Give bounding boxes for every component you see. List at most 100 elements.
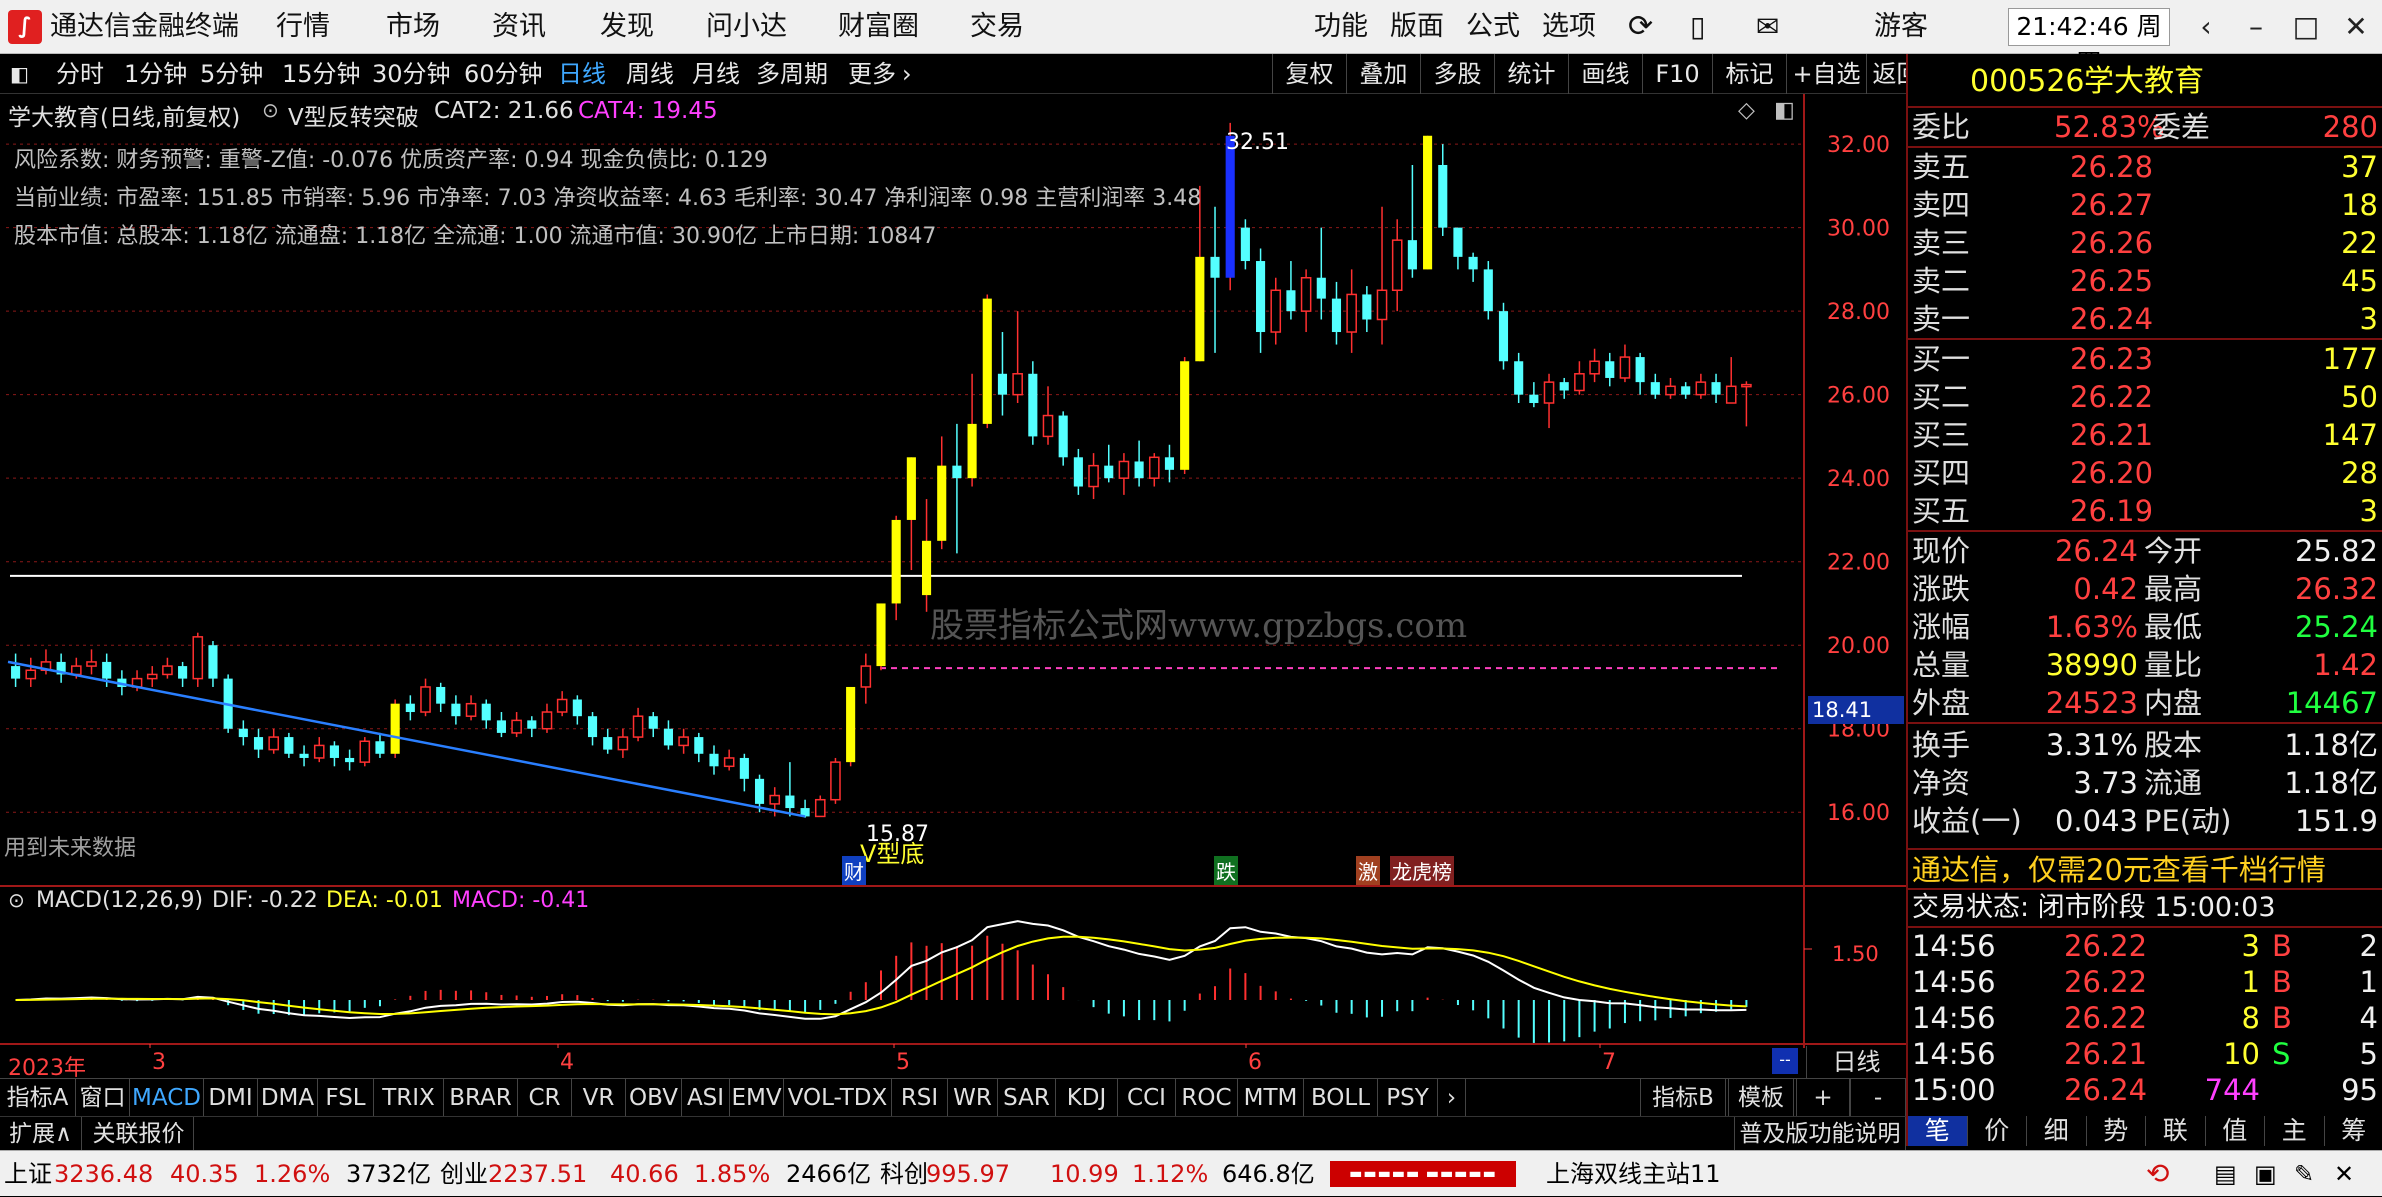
indicator-tab-5[interactable]: FSL [318,1079,374,1117]
detail-tab-0[interactable]: 笔 [1908,1116,1968,1146]
indicator-tab-20[interactable]: MTM [1238,1079,1304,1117]
sh-label[interactable]: 上证 [4,1151,52,1197]
macd-name[interactable]: MACD(12,26,9) [36,888,203,913]
period-tab-4[interactable]: 30分钟 [372,54,451,94]
promo-text[interactable]: 通达信，仅需20元查看千档行情 [1912,852,2326,888]
detail-tab-3[interactable]: 势 [2087,1116,2147,1146]
mark-die[interactable]: 跌 [1214,856,1238,885]
bid-row[interactable]: 买四26.2028 [1908,454,2382,492]
detail-tab-4[interactable]: 联 [2146,1116,2206,1146]
toolbar-button-7[interactable]: +自选 [1786,54,1866,94]
ask-row[interactable]: 卖四26.2718 [1908,186,2382,224]
indicator-tab-10[interactable]: OBV [626,1079,682,1117]
indicator-tab-6[interactable]: TRIX [374,1079,444,1117]
maximize-icon[interactable]: □ [2278,0,2334,54]
bid-row[interactable]: 买二26.2250 [1908,378,2382,416]
indicator-right-tab-3[interactable]: - [1850,1079,1906,1117]
pen-icon[interactable]: ✎ [2294,1151,2314,1197]
grid-icon[interactable]: ▤ [2214,1151,2237,1197]
period-tab-1[interactable]: 1分钟 [124,54,187,94]
indicator-tab-14[interactable]: RSI [892,1079,948,1117]
indicator-tab-21[interactable]: BOLL [1304,1079,1378,1117]
menu-hangqing[interactable]: 行情 [276,0,330,54]
help-button[interactable]: 普及版功能说明 [1734,1117,1906,1151]
mark-ji[interactable]: 激 [1356,856,1380,885]
indicator-tab-9[interactable]: VR [572,1079,626,1117]
note-icon[interactable]: ▣ [2254,1151,2277,1197]
indicator-tab-19[interactable]: ROC [1176,1079,1238,1117]
close-icon[interactable]: ✕ [2328,0,2382,54]
period-tab-3[interactable]: 15分钟 [282,54,361,94]
toolbar-button-6[interactable]: 标记 [1712,54,1786,94]
tabs-scroll-right-icon[interactable]: › [1438,1079,1466,1117]
detail-tab-5[interactable]: 值 [2206,1116,2266,1146]
period-tab-7[interactable]: 周线 [626,54,674,94]
x-axis-period[interactable]: 日线 [1806,1046,1906,1078]
tool-gongshi[interactable]: 公式 [1466,0,1520,54]
toolbar-button-2[interactable]: 多股 [1420,54,1494,94]
indicator-tab-15[interactable]: WR [948,1079,998,1117]
indicator-tab-4[interactable]: DMA [258,1079,318,1117]
related-quote-button[interactable]: 关联报价 [84,1117,194,1151]
detail-tab-7[interactable]: 筹 [2325,1116,2382,1146]
indicator-name[interactable]: V型反转突破 [288,98,419,132]
indicator-tab-8[interactable]: CR [518,1079,572,1117]
menu-jiaoyi[interactable]: 交易 [970,0,1024,54]
indicator-tab-17[interactable]: KDJ [1056,1079,1118,1117]
indicator-tab-18[interactable]: CCI [1118,1079,1176,1117]
mark-cai[interactable]: 财 [842,856,866,885]
indicator-tab-0[interactable]: 指标A [0,1079,76,1117]
menu-zixun[interactable]: 资讯 [492,0,546,54]
detail-tab-1[interactable]: 价 [1968,1116,2028,1146]
user-label[interactable]: 游客 [1874,0,1928,54]
ask-row[interactable]: 卖三26.2622 [1908,224,2382,262]
bid-row[interactable]: 买五26.193 [1908,492,2382,530]
detail-tab-2[interactable]: 细 [2027,1116,2087,1146]
menu-caifuquan[interactable]: 财富圈 [838,0,919,54]
ask-row[interactable]: 卖二26.2545 [1908,262,2382,300]
period-tab-8[interactable]: 月线 [692,54,740,94]
tools-icon[interactable]: ✕ [2334,1151,2354,1197]
server-name[interactable]: 上海双线主站11 [1546,1151,1721,1197]
back-arrow-icon[interactable]: ‹ [2178,0,2234,54]
indicator-right-tab-0[interactable]: 指标B [1640,1079,1726,1117]
expand-button[interactable]: 扩展∧ [0,1117,82,1151]
tool-gongneng[interactable]: 功能 [1314,0,1368,54]
tool-banmian[interactable]: 版面 [1390,0,1444,54]
promo-row[interactable]: 通达信，仅需20元查看千档行情 [1908,852,2382,888]
refresh-icon[interactable]: ⟳ [1628,0,1653,54]
tool-xuanxiang[interactable]: 选项 [1542,0,1596,54]
diamond-icon[interactable]: ◇ [1738,98,1755,123]
mail-icon[interactable]: ✉ [1756,0,1779,54]
toolbar-button-3[interactable]: 统计 [1494,54,1568,94]
indicator-tab-12[interactable]: EMV [730,1079,784,1117]
indicator-tab-22[interactable]: PSY [1378,1079,1438,1117]
indicator-tab-3[interactable]: DMI [204,1079,258,1117]
minimize-icon[interactable]: – [2228,0,2284,54]
period-tab-10[interactable]: 更多 [848,54,896,94]
bid-row[interactable]: 买三26.21147 [1908,416,2382,454]
ask-row[interactable]: 卖五26.2837 [1908,148,2382,186]
more-chevron-icon[interactable]: › [902,54,912,94]
toolbar-button-1[interactable]: 叠加 [1346,54,1420,94]
scroll-marker[interactable]: -- [1772,1048,1798,1074]
sync-icon[interactable]: ⟲ [2146,1151,2169,1197]
indicator-right-tab-2[interactable]: + [1796,1079,1850,1117]
toolbar-button-5[interactable]: F10 [1642,54,1712,94]
panel-toggle-icon[interactable]: ◧ [10,54,29,94]
ask-row[interactable]: 卖一26.243 [1908,300,2382,338]
indicator-tab-2[interactable]: MACD [130,1079,204,1117]
menu-faxian[interactable]: 发现 [600,0,654,54]
indicator-tab-11[interactable]: ASI [682,1079,730,1117]
layout-icon[interactable]: ◧ [1774,98,1795,123]
cy-label[interactable]: 创业 [440,1151,488,1197]
indicator-right-tab-1[interactable]: 模板 [1728,1079,1794,1117]
macd-menu-icon[interactable]: ⊙ [8,888,25,912]
period-tab-9[interactable]: 多周期 [756,54,828,94]
indicator-tab-7[interactable]: BRAR [444,1079,518,1117]
menu-shichang[interactable]: 市场 [386,0,440,54]
kc-label[interactable]: 科创 [880,1151,928,1197]
mark-longhubang[interactable]: 龙虎榜 [1390,856,1454,885]
menu-wenxiaoda[interactable]: 问小达 [706,0,787,54]
bid-row[interactable]: 买一26.23177 [1908,340,2382,378]
